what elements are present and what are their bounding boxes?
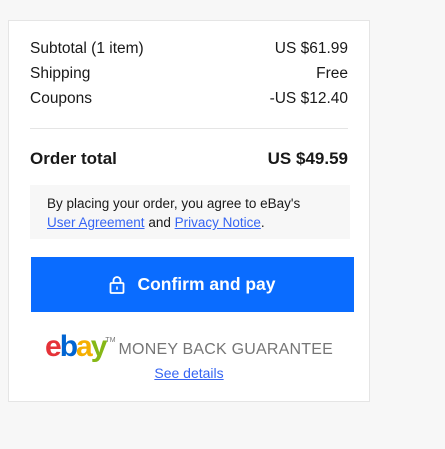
confirm-and-pay-label: Confirm and pay [137, 274, 276, 294]
privacy-notice-link[interactable]: Privacy Notice [175, 215, 261, 230]
subtotal-label: Subtotal (1 item) [30, 40, 144, 57]
order-total-row: Order total US $49.59 [30, 149, 348, 169]
user-agreement-link[interactable]: User Agreement [47, 215, 145, 230]
subtotal-value: US $61.99 [274, 40, 348, 57]
coupons-value: -US $12.40 [269, 90, 348, 107]
shipping-value: Free [316, 65, 348, 82]
coupons-label: Coupons [30, 90, 93, 107]
money-back-guarantee-text: MONEY BACK GUARANTEE [118, 341, 333, 358]
order-total-label: Order total [30, 149, 117, 168]
order-summary-card: Subtotal (1 item) US $61.99 Shipping Fre… [8, 20, 370, 402]
shipping-row: Shipping Free [30, 65, 348, 83]
see-details: See details [9, 365, 369, 381]
shipping-label: Shipping [30, 65, 91, 82]
divider [30, 128, 348, 129]
notice-period: . [260, 215, 265, 230]
order-total-value: US $49.59 [267, 149, 348, 168]
notice-and: and [148, 215, 171, 230]
notice-text: By placing your order, you agree to eBay… [47, 196, 301, 211]
coupons-row: Coupons -US $12.40 [30, 90, 348, 108]
lock-icon [110, 276, 125, 294]
subtotal-row: Subtotal (1 item) US $61.99 [30, 40, 348, 58]
ebay-logo: ebay [45, 330, 107, 363]
see-details-link[interactable]: See details [154, 365, 223, 381]
agreement-notice: By placing your order, you agree to eBay… [30, 185, 350, 239]
money-back-guarantee: ebay TM MONEY BACK GUARANTEE [9, 330, 369, 363]
trademark-mark: TM [105, 337, 116, 344]
confirm-and-pay-button[interactable]: Confirm and pay [31, 257, 354, 312]
